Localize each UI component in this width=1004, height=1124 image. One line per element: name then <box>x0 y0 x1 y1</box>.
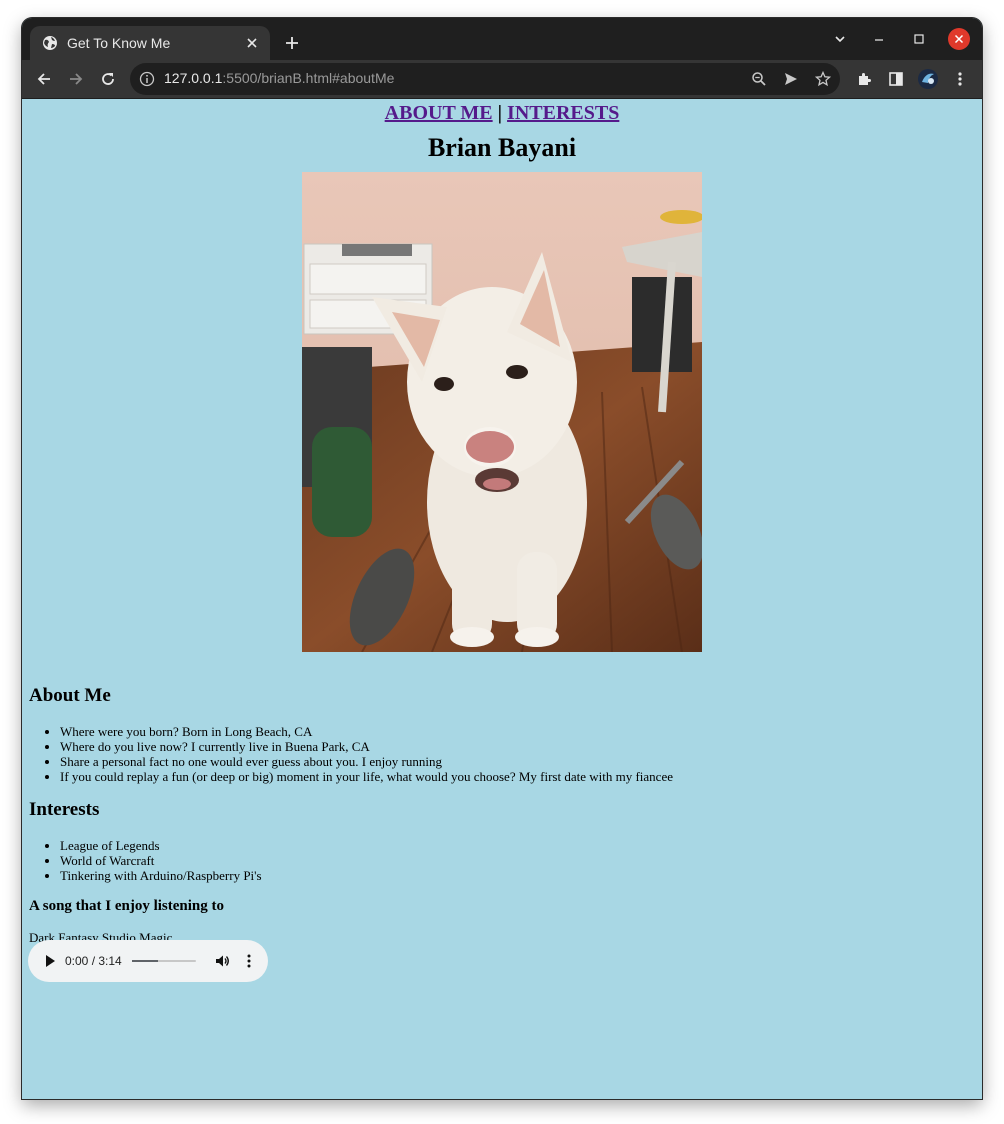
arrow-left-icon <box>37 73 50 85</box>
send-icon[interactable] <box>779 67 803 91</box>
tab-title: Get To Know Me <box>67 35 171 51</box>
page-content: ABOUT ME | INTERESTS Brian Bayani About … <box>22 99 982 1099</box>
close-window-button[interactable] <box>948 28 970 50</box>
puzzle-icon <box>859 73 871 85</box>
chevron-down-icon <box>835 36 845 43</box>
list-item: Tinkering with Arduino/Raspberry Pi's <box>60 868 262 883</box>
about-me-heading: About Me <box>29 685 111 706</box>
top-nav: ABOUT ME | INTERESTS <box>22 102 982 125</box>
nav-separator: | <box>497 102 503 124</box>
extensions-button[interactable] <box>850 65 878 93</box>
info-icon[interactable] <box>138 70 156 88</box>
volume-button[interactable] <box>212 951 232 971</box>
kebab-menu-icon <box>958 72 962 86</box>
play-icon <box>46 955 55 967</box>
audio-time: 0:00 / 3:14 <box>65 954 122 968</box>
maximize-icon <box>914 34 924 44</box>
tab-search-button[interactable] <box>829 28 851 50</box>
forward-button[interactable] <box>62 65 90 93</box>
zoom-out-icon[interactable] <box>747 67 771 91</box>
minimize-button[interactable] <box>868 28 890 50</box>
url-text: 127.0.0.1:5500/brianB.html#aboutMe <box>164 70 394 86</box>
song-heading: A song that I enjoy listening to <box>29 898 225 914</box>
address-bar[interactable]: 127.0.0.1:5500/brianB.html#aboutMe <box>130 63 840 95</box>
more-options-button[interactable] <box>242 951 256 971</box>
back-button[interactable] <box>30 65 58 93</box>
close-icon <box>954 34 964 44</box>
plus-icon <box>286 37 298 49</box>
globe-icon <box>42 35 58 51</box>
reload-button[interactable] <box>94 65 122 93</box>
nav-link-about-me[interactable]: ABOUT ME <box>385 102 493 124</box>
interests-list: League of Legends World of Warcraft Tink… <box>22 838 262 883</box>
menu-button[interactable] <box>946 65 974 93</box>
play-button[interactable] <box>40 951 60 971</box>
maximize-button[interactable] <box>908 28 930 50</box>
url-host: 127.0.0.1 <box>164 70 223 86</box>
star-icon[interactable] <box>811 67 835 91</box>
audio-player: 0:00 / 3:14 <box>28 940 268 982</box>
list-item: Where do you live now? I currently live … <box>60 739 673 754</box>
tab-strip: Get To Know Me <box>22 18 982 60</box>
list-item: League of Legends <box>60 838 262 853</box>
nav-link-interests[interactable]: INTERESTS <box>507 102 619 124</box>
dog-photo <box>302 172 702 652</box>
list-item: If you could replay a fun (or deep or bi… <box>60 769 673 784</box>
arrow-right-icon <box>70 73 83 85</box>
minimize-icon <box>875 39 883 41</box>
side-panel-icon <box>889 72 903 86</box>
browser-toolbar: 127.0.0.1:5500/brianB.html#aboutMe <box>22 60 982 99</box>
close-icon[interactable] <box>242 33 262 53</box>
interests-heading: Interests <box>29 799 100 820</box>
avatar[interactable] <box>914 65 942 93</box>
url-path: :5500/brianB.html#aboutMe <box>222 70 395 86</box>
browser-window: Get To Know Me 127.0.0.1:5500/brianB.htm… <box>22 18 982 1099</box>
list-item: Where were you born? Born in Long Beach,… <box>60 724 673 739</box>
kebab-menu-icon <box>247 954 251 968</box>
audio-seek-slider[interactable] <box>132 960 196 962</box>
page-title: Brian Bayani <box>427 133 577 162</box>
tab-active[interactable]: Get To Know Me <box>30 26 270 60</box>
about-me-list: Where were you born? Born in Long Beach,… <box>22 724 673 784</box>
list-item: World of Warcraft <box>60 853 262 868</box>
new-tab-button[interactable] <box>280 31 304 55</box>
volume-icon <box>216 955 229 967</box>
reload-icon <box>102 73 114 85</box>
audio-seek-fill <box>132 960 158 962</box>
side-panel-button[interactable] <box>882 65 910 93</box>
list-item: Share a personal fact no one would ever … <box>60 754 673 769</box>
